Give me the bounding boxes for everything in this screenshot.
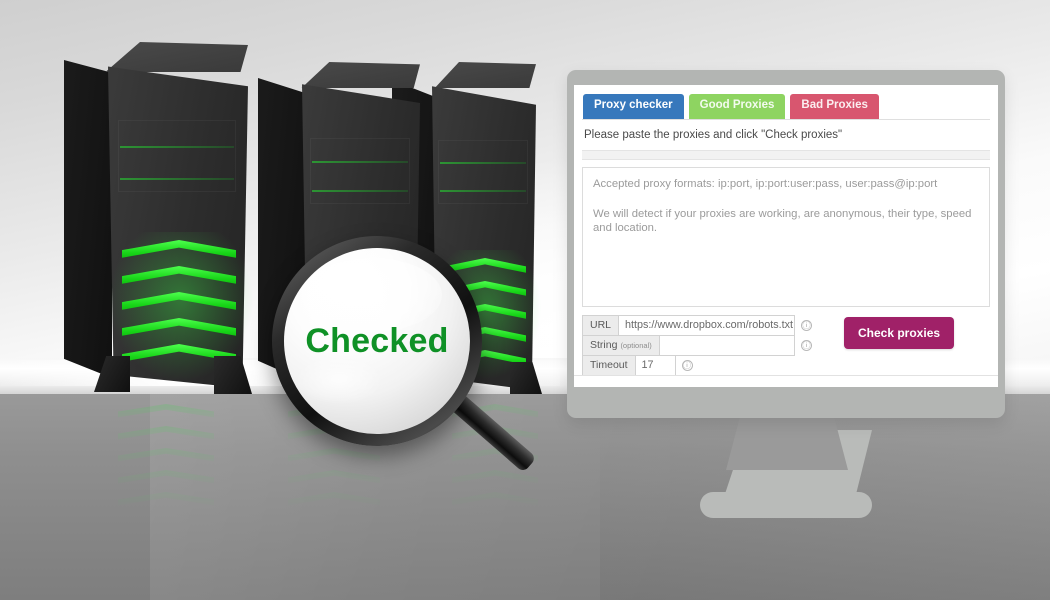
- string-input[interactable]: [659, 334, 795, 356]
- settings-form: URL https://www.dropbox.com/robots.txt ⓘ…: [582, 314, 990, 376]
- lens-highlight-bottom: [296, 356, 382, 404]
- scene-root: Checked Proxy checker Good Proxies Bad P…: [0, 0, 1050, 600]
- monitor-bezel: Proxy checker Good Proxies Bad Proxies P…: [567, 70, 1005, 418]
- tab-proxy-checker[interactable]: Proxy checker: [583, 94, 684, 119]
- magnifier-lens: Checked: [284, 248, 470, 434]
- tab-bar: Proxy checker Good Proxies Bad Proxies: [582, 94, 990, 119]
- textarea-hint-detection: We will detect if your proxies are worki…: [593, 207, 972, 234]
- proxy-checker-page: Proxy checker Good Proxies Bad Proxies P…: [574, 85, 998, 387]
- url-help-icon[interactable]: ⓘ: [801, 319, 812, 331]
- string-label-text: String: [590, 339, 618, 351]
- string-row: String (optional) ⓘ: [582, 334, 812, 356]
- monitor-screen: Proxy checker Good Proxies Bad Proxies P…: [574, 85, 998, 387]
- proxy-list-textarea[interactable]: Accepted proxy formats: ip:port, ip:port…: [582, 166, 990, 307]
- checked-label: Checked: [305, 321, 449, 360]
- section-divider-bar: [582, 149, 990, 160]
- tower-reflection-left: [118, 398, 214, 528]
- instruction-text: Please paste the proxies and click "Chec…: [584, 128, 843, 141]
- timeout-row: Timeout 17 ⓘ: [582, 354, 812, 376]
- page-bottom-divider: [574, 375, 998, 376]
- timeout-label: Timeout: [582, 354, 636, 376]
- timeout-help-icon[interactable]: ⓘ: [681, 359, 693, 371]
- tab-bad-proxies[interactable]: Bad Proxies: [790, 94, 879, 119]
- check-proxies-button[interactable]: Check proxies: [844, 316, 955, 349]
- tab-good-proxies[interactable]: Good Proxies: [688, 94, 786, 119]
- string-optional-text: (optional): [620, 340, 652, 350]
- form-fields: URL https://www.dropbox.com/robots.txt ⓘ…: [582, 314, 812, 376]
- string-help-icon[interactable]: ⓘ: [801, 339, 812, 351]
- server-tower-left: [64, 42, 264, 394]
- timeout-input[interactable]: 17: [635, 354, 676, 376]
- url-row: URL https://www.dropbox.com/robots.txt ⓘ: [582, 314, 812, 336]
- string-label: String (optional): [582, 334, 660, 356]
- url-label: URL: [582, 314, 620, 336]
- url-input[interactable]: https://www.dropbox.com/robots.txt: [619, 314, 795, 336]
- textarea-hint-formats: Accepted proxy formats: ip:port, ip:port…: [593, 177, 938, 190]
- monitor-stand-neck: [726, 414, 848, 470]
